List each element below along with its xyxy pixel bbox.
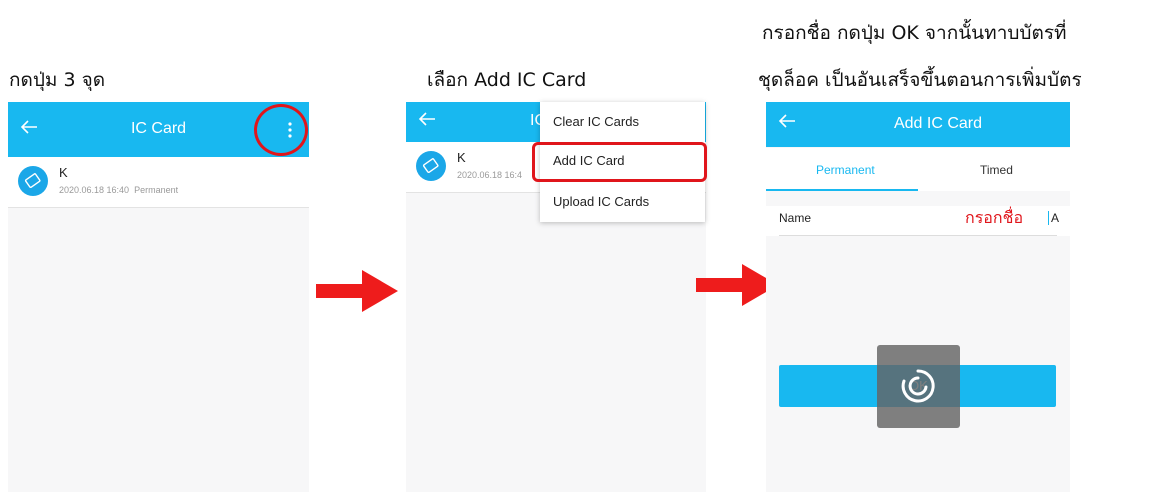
caption-step1: กดปุ่ม 3 จุด	[9, 69, 106, 91]
card-name: K	[59, 165, 68, 180]
arrow-right-icon	[316, 270, 398, 312]
card-name: K	[457, 150, 466, 165]
card-date: 2020.06.18 16:4	[457, 170, 523, 180]
menu-item-upload-ic-cards[interactable]: Upload IC Cards	[553, 194, 649, 209]
highlight-box	[532, 142, 707, 182]
caption-step2: เลือก Add IC Card	[427, 69, 587, 91]
screen-add-ic-card: Add IC Card Permanent Timed Name กรอกชื่…	[766, 102, 1070, 492]
card-meta: 2020.06.18 16:40 Permanent	[59, 185, 178, 195]
caption-step3-line1: กรอกชื่อ กดปุ่ม OK จากนั้นทาบบัตรที่	[762, 22, 1067, 44]
app-bar: Add IC Card	[766, 102, 1070, 147]
name-input[interactable]: A	[1048, 211, 1059, 225]
loading-overlay	[877, 345, 960, 428]
name-underline	[779, 235, 1057, 236]
caption-step3-line2: ชุดล็อค เป็นอันเสร็จขึ้นตอนการเพิ่มบัตร	[758, 69, 1082, 91]
name-field-row: Name กรอกชื่อ A	[766, 206, 1070, 236]
list-item[interactable]: K 2020.06.18 16:40 Permanent	[8, 157, 309, 208]
highlight-circle	[254, 104, 308, 156]
tab-bar: Permanent Timed	[766, 148, 1070, 191]
card-icon	[416, 151, 446, 181]
loading-icon	[901, 369, 935, 403]
card-type: Permanent	[134, 185, 179, 195]
tab-permanent[interactable]: Permanent	[816, 163, 875, 177]
tab-indicator	[766, 189, 918, 191]
tab-timed[interactable]: Timed	[980, 163, 1013, 177]
menu-item-clear-ic-cards[interactable]: Clear IC Cards	[553, 114, 639, 129]
name-hint: กรอกชื่อ	[965, 208, 1024, 227]
back-arrow-icon[interactable]	[416, 108, 438, 130]
card-date: 2020.06.18 16:40	[59, 185, 130, 195]
card-icon	[18, 166, 48, 196]
screen-ic-card-list: IC Card K 2020.06.18 16:40 Permanent	[8, 102, 309, 492]
page-title: Add IC Card	[893, 115, 983, 132]
name-label: Name	[779, 211, 812, 225]
